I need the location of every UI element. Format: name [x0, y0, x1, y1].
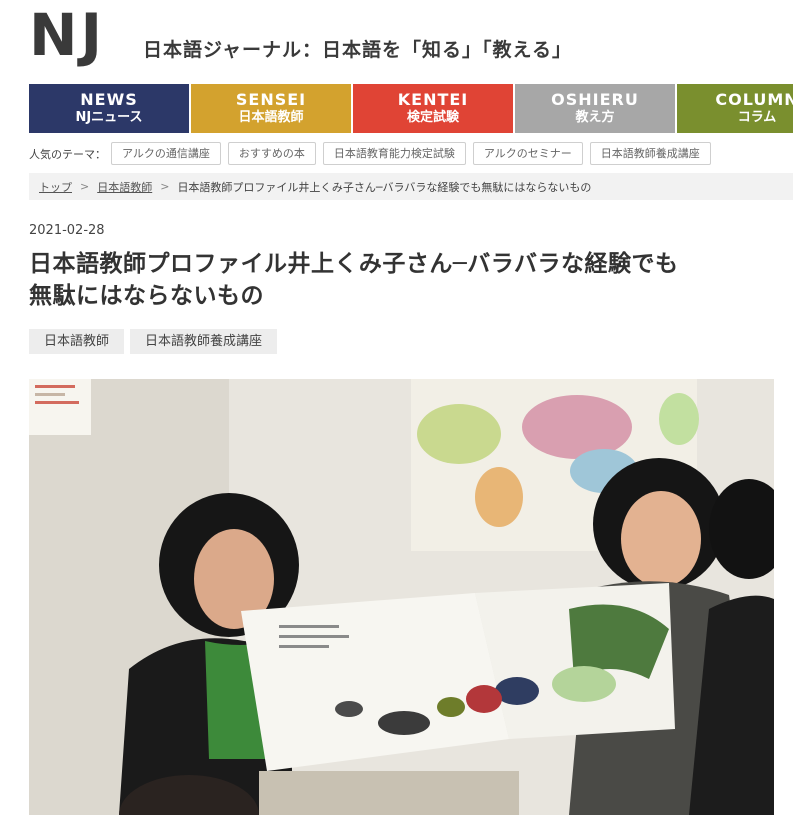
popular-themes-label: 人気のテーマ： [29, 147, 106, 161]
breadcrumb-separator: > [80, 180, 90, 193]
nav-column-label: COLUMN [715, 89, 793, 109]
breadcrumb-category-link[interactable]: 日本語教師 [97, 179, 152, 195]
nav-sensei-sublabel: 日本語教師 [238, 109, 304, 125]
popular-tag[interactable]: 日本語教育能力検定試験 [322, 142, 466, 165]
nav-kentei[interactable]: KENTEI 検定試験 [353, 84, 513, 133]
breadcrumb-top-link[interactable]: トップ [39, 179, 72, 195]
nav-kentei-label: KENTEI [397, 89, 469, 109]
popular-tag[interactable]: アルクの通信講座 [111, 142, 221, 165]
breadcrumb: トップ > 日本語教師 > 日本語教師プロファイル井上くみ子さん─バラバラな経験… [29, 173, 793, 200]
nav-sensei-label: SENSEI [235, 89, 307, 109]
site-title: 日本語ジャーナル：日本語を「知る」「教える」 [143, 39, 572, 61]
nav-sensei[interactable]: SENSEI 日本語教師 [191, 84, 351, 133]
popular-themes: 人気のテーマ： アルクの通信講座 おすすめの本 日本語教育能力検定試験 アルクの… [29, 142, 718, 165]
breadcrumb-current: 日本語教師プロファイル井上くみ子さん─バラバラな経験でも無駄にはならないもの [177, 180, 592, 194]
article-tag[interactable]: 日本語教師 [29, 329, 125, 354]
nav-column-sublabel: コラム [737, 109, 777, 125]
nav-oshieru[interactable]: OSHIERU 教え方 [515, 84, 675, 133]
nav-news-sublabel: NJニュース [75, 109, 143, 125]
hero-photo-illustration [29, 379, 774, 815]
nav-news[interactable]: NEWS NJニュース [29, 84, 189, 133]
article-date: 2021-02-28 [29, 223, 105, 238]
nav-oshieru-label: OSHIERU [551, 89, 639, 109]
nav-kentei-sublabel: 検定試験 [406, 109, 459, 125]
article-title: 日本語教師プロファイル井上くみ子さん─バラバラな経験でも 無駄にはならないもの [29, 248, 769, 312]
main-nav: NEWS NJニュース SENSEI 日本語教師 KENTEI 検定試験 OSH… [29, 84, 793, 133]
hero-photo [29, 379, 774, 815]
article-tags: 日本語教師 日本語教師養成講座 [29, 329, 283, 354]
site-logo[interactable]: NJ [29, 6, 105, 64]
article-title-line2: 無駄にはならないもの [29, 283, 264, 309]
article-tag[interactable]: 日本語教師養成講座 [130, 329, 278, 354]
popular-tag[interactable]: おすすめの本 [227, 142, 316, 165]
breadcrumb-separator: > [160, 180, 170, 193]
article-title-line1: 日本語教師プロファイル井上くみ子さん─バラバラな経験でも [29, 251, 679, 277]
nav-news-label: NEWS [80, 89, 138, 109]
popular-tag[interactable]: 日本語教師養成講座 [589, 142, 711, 165]
nav-oshieru-sublabel: 教え方 [575, 109, 615, 125]
popular-tag[interactable]: アルクのセミナー [472, 142, 583, 165]
nav-column[interactable]: COLUMN コラム [677, 84, 793, 133]
